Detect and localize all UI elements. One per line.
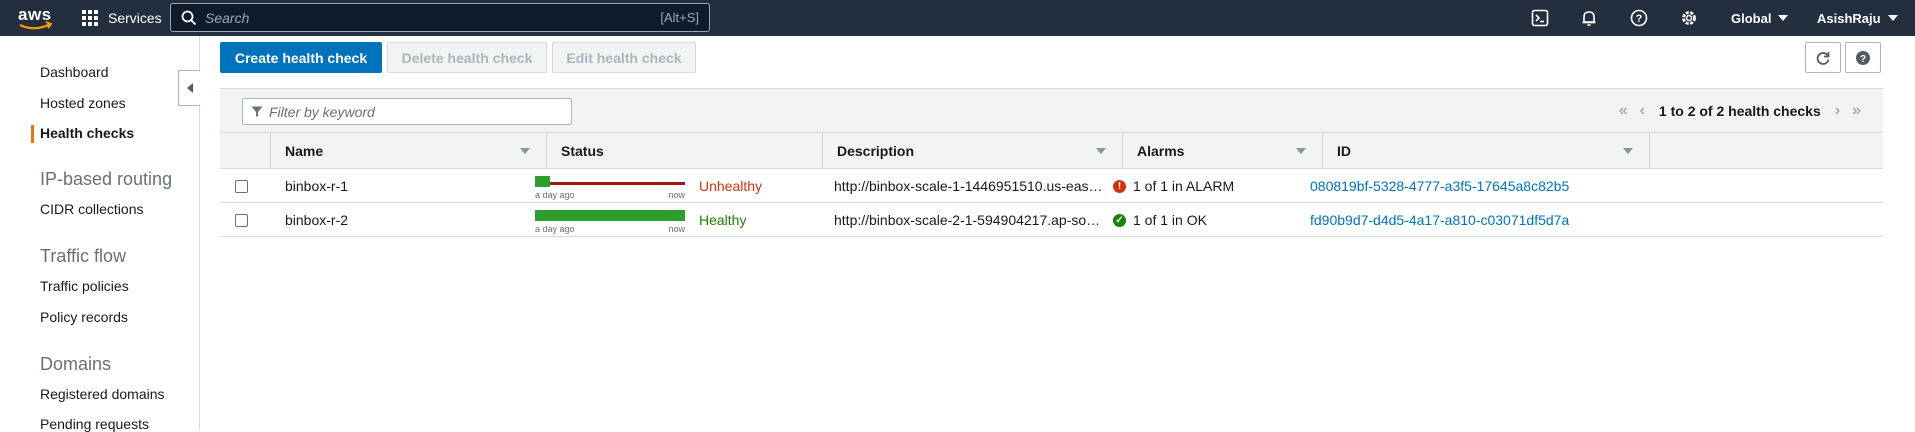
row-alarms[interactable]: ! 1 of 1 in ALARM bbox=[1113, 169, 1234, 203]
grid-icon bbox=[82, 10, 98, 26]
row-name: binbox-r-2 bbox=[285, 212, 349, 228]
filter-funnel-icon bbox=[251, 106, 263, 117]
sidebar-item-policy-records[interactable]: Policy records bbox=[40, 309, 128, 325]
filter-input[interactable]: Filter by keyword bbox=[242, 98, 572, 125]
filter-placeholder: Filter by keyword bbox=[269, 103, 375, 120]
help-icon: ? bbox=[1856, 50, 1870, 65]
status-sparkline: a day ago now bbox=[535, 208, 685, 234]
health-check-id-link[interactable]: fd90b9d7-d4d5-4a17-a810-c03071df5d7a bbox=[1310, 203, 1569, 237]
column-header-description[interactable]: Description bbox=[822, 133, 1122, 169]
column-label: Description bbox=[837, 143, 915, 159]
alarm-ok-check-icon: ✓ bbox=[1113, 213, 1126, 227]
healthy-segment bbox=[535, 176, 550, 187]
create-health-check-button[interactable]: Create health check bbox=[220, 42, 382, 73]
sidebar-item-traffic-policies[interactable]: Traffic policies bbox=[40, 278, 129, 294]
region-label: Global bbox=[1731, 10, 1772, 26]
column-label: Name bbox=[285, 143, 324, 159]
alarm-error-icon: ! bbox=[1113, 179, 1126, 193]
edit-health-check-button[interactable]: Edit health check bbox=[552, 42, 696, 73]
help-icon[interactable]: ? bbox=[1627, 6, 1651, 30]
sparkline-start-label: a day ago bbox=[535, 224, 575, 234]
column-header-status: Status bbox=[546, 133, 822, 169]
pagination: « ‹ 1 to 2 of 2 health checks › » bbox=[1613, 89, 1867, 133]
previous-page-icon[interactable]: ‹ bbox=[1640, 102, 1645, 120]
status-history-bar bbox=[535, 176, 685, 187]
section-heading-traffic-flow: Traffic flow bbox=[40, 246, 127, 266]
column-header-alarms[interactable]: Alarms bbox=[1122, 133, 1322, 169]
svg-text:?: ? bbox=[1636, 13, 1643, 25]
column-label: Status bbox=[561, 143, 604, 159]
cloudshell-icon[interactable] bbox=[1528, 6, 1552, 30]
sidebar-item-registered-domains[interactable]: Registered domains bbox=[40, 386, 165, 402]
sidebar: Dashboard Hosted zones Health checks IP-… bbox=[0, 36, 200, 432]
status-sparkline: a day ago now bbox=[535, 174, 685, 200]
smile-arrow-icon bbox=[19, 21, 53, 30]
chevron-down-icon bbox=[1778, 15, 1789, 21]
alarm-text: 1 of 1 in ALARM bbox=[1133, 178, 1235, 194]
row-checkbox[interactable] bbox=[235, 180, 248, 193]
services-label: Services bbox=[108, 10, 162, 26]
search-icon bbox=[181, 10, 197, 26]
search-shortcut: [Alt+S] bbox=[660, 10, 699, 25]
sort-caret-icon[interactable] bbox=[1623, 148, 1633, 154]
row-name: binbox-r-1 bbox=[285, 178, 349, 194]
health-checks-table: Filter by keyword « ‹ 1 to 2 of 2 health… bbox=[220, 88, 1883, 240]
healthy-segment bbox=[535, 210, 685, 221]
sidebar-item-health-checks[interactable]: Health checks bbox=[40, 125, 134, 141]
notifications-bell-icon[interactable] bbox=[1577, 6, 1601, 30]
collapse-sidebar-button[interactable] bbox=[178, 70, 200, 106]
section-heading-domains: Domains bbox=[40, 354, 112, 374]
column-label: ID bbox=[1337, 143, 1351, 159]
top-navigation-bar: aws Services Search [Alt+S] ? Global Asi… bbox=[0, 0, 1915, 36]
chevron-left-icon bbox=[186, 83, 193, 93]
sort-caret-icon[interactable] bbox=[1096, 148, 1106, 154]
refresh-button[interactable] bbox=[1805, 42, 1841, 73]
active-indicator bbox=[31, 125, 34, 143]
account-menu[interactable]: AsishRaju bbox=[1817, 0, 1898, 36]
status-text: Unhealthy bbox=[699, 178, 763, 194]
delete-health-check-button[interactable]: Delete health check bbox=[387, 42, 547, 73]
info-help-button[interactable]: ? bbox=[1845, 42, 1881, 73]
sort-caret-icon[interactable] bbox=[520, 148, 530, 154]
first-page-icon[interactable]: « bbox=[1619, 102, 1628, 120]
aws-logo[interactable]: aws bbox=[16, 3, 54, 33]
row-description: http://binbox-scale-1-1446951510.us-eas… bbox=[834, 178, 1103, 194]
column-header-id[interactable]: ID bbox=[1322, 133, 1650, 169]
svg-text:?: ? bbox=[1860, 54, 1866, 65]
table-row[interactable]: binbox-r-1 a day ago now Unhealthy http:… bbox=[220, 169, 1883, 203]
services-menu[interactable]: Services bbox=[82, 0, 162, 36]
column-header-name[interactable]: Name bbox=[270, 133, 546, 169]
sidebar-item-dashboard[interactable]: Dashboard bbox=[40, 64, 109, 80]
pagination-text: 1 to 2 of 2 health checks bbox=[1658, 103, 1821, 119]
search-placeholder: Search bbox=[205, 9, 250, 26]
row-checkbox[interactable] bbox=[235, 214, 248, 227]
chevron-down-icon bbox=[1887, 15, 1898, 21]
refresh-icon bbox=[1816, 51, 1830, 65]
account-label: AsishRaju bbox=[1817, 10, 1881, 26]
table-header: Name Status Description Alarms ID bbox=[220, 132, 1883, 169]
column-label: Alarms bbox=[1137, 143, 1185, 159]
region-selector[interactable]: Global bbox=[1731, 0, 1789, 36]
table-row[interactable]: binbox-r-2 a day ago now Healthy http://… bbox=[220, 203, 1883, 237]
sparkline-end-label: now bbox=[668, 190, 685, 200]
status-text: Healthy bbox=[699, 212, 747, 228]
table-filter-bar: Filter by keyword « ‹ 1 to 2 of 2 health… bbox=[220, 88, 1883, 132]
sidebar-item-hosted-zones[interactable]: Hosted zones bbox=[40, 95, 126, 111]
search-input[interactable]: Search [Alt+S] bbox=[170, 3, 710, 32]
sidebar-item-cidr-collections[interactable]: CIDR collections bbox=[40, 201, 143, 217]
section-heading-ip-routing: IP-based routing bbox=[40, 169, 173, 189]
sort-caret-icon[interactable] bbox=[1296, 148, 1306, 154]
row-alarms[interactable]: ✓ 1 of 1 in OK bbox=[1113, 203, 1207, 237]
sparkline-start-label: a day ago bbox=[535, 190, 575, 200]
settings-gear-icon[interactable] bbox=[1677, 6, 1701, 30]
last-page-icon[interactable]: » bbox=[1852, 102, 1861, 120]
alarm-text: 1 of 1 in OK bbox=[1133, 212, 1207, 228]
status-history-bar bbox=[535, 210, 685, 221]
next-page-icon[interactable]: › bbox=[1835, 102, 1840, 120]
health-check-id-link[interactable]: 080819bf-5328-4777-a3f5-17645a8c82b5 bbox=[1310, 169, 1569, 203]
unhealthy-segment bbox=[550, 182, 685, 185]
row-description: http://binbox-scale-2-1-594904217.ap-so… bbox=[834, 212, 1101, 228]
sparkline-end-label: now bbox=[668, 224, 685, 234]
